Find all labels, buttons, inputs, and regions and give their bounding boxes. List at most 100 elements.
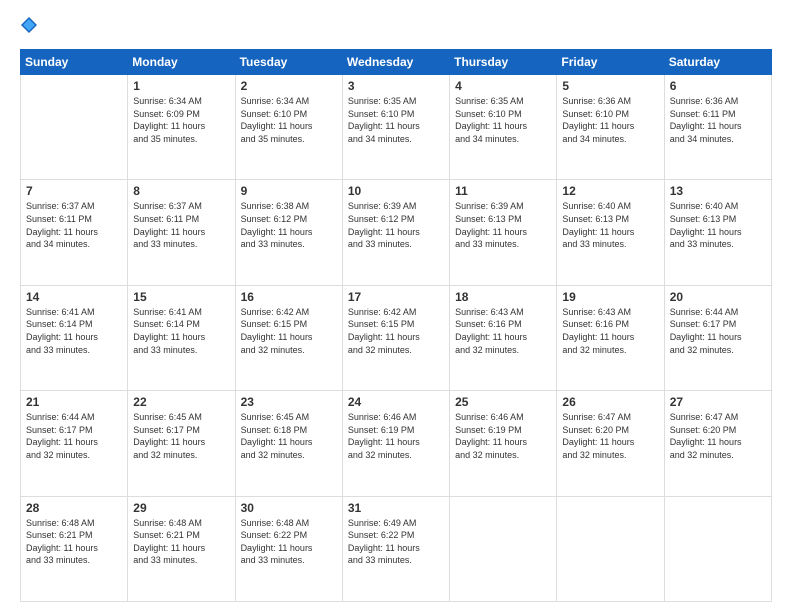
sunrise-text: Sunrise: 6:35 AM	[348, 95, 444, 108]
sunrise-text: Sunrise: 6:48 AM	[133, 517, 229, 530]
day-info: Sunrise: 6:34 AMSunset: 6:09 PMDaylight:…	[133, 95, 229, 145]
sunset-text: Sunset: 6:13 PM	[455, 213, 551, 226]
day-number: 1	[133, 79, 229, 93]
day-info: Sunrise: 6:35 AMSunset: 6:10 PMDaylight:…	[348, 95, 444, 145]
day-number: 11	[455, 184, 551, 198]
day-number: 15	[133, 290, 229, 304]
daylight-minutes: and 32 minutes.	[241, 449, 337, 462]
calendar-header: SundayMondayTuesdayWednesdayThursdayFrid…	[21, 50, 772, 75]
daylight-hours: Daylight: 11 hours	[133, 436, 229, 449]
daylight-hours: Daylight: 11 hours	[562, 331, 658, 344]
weekday-header-saturday: Saturday	[664, 50, 771, 75]
calendar-week-row: 14 Sunrise: 6:41 AMSunset: 6:14 PMDayligh…	[21, 285, 772, 390]
daylight-hours: Daylight: 11 hours	[348, 120, 444, 133]
sunrise-text: Sunrise: 6:46 AM	[455, 411, 551, 424]
daylight-hours: Daylight: 11 hours	[455, 436, 551, 449]
daylight-hours: Daylight: 11 hours	[26, 331, 122, 344]
day-info: Sunrise: 6:38 AMSunset: 6:12 PMDaylight:…	[241, 200, 337, 250]
sunset-text: Sunset: 6:12 PM	[241, 213, 337, 226]
day-number: 14	[26, 290, 122, 304]
sunset-text: Sunset: 6:10 PM	[241, 108, 337, 121]
sunrise-text: Sunrise: 6:40 AM	[562, 200, 658, 213]
daylight-minutes: and 33 minutes.	[455, 238, 551, 251]
daylight-minutes: and 32 minutes.	[348, 344, 444, 357]
day-info: Sunrise: 6:39 AMSunset: 6:12 PMDaylight:…	[348, 200, 444, 250]
calendar-cell: 29Sunrise: 6:48 AMSunset: 6:21 PMDayligh…	[128, 496, 235, 601]
calendar-cell: 2Sunrise: 6:34 AMSunset: 6:10 PMDaylight…	[235, 75, 342, 180]
calendar-week-row: 21 Sunrise: 6:44 AMSunset: 6:17 PMDayligh…	[21, 391, 772, 496]
daylight-hours: Daylight: 11 hours	[348, 436, 444, 449]
daylight-hours: Daylight: 11 hours	[455, 331, 551, 344]
day-number: 6	[670, 79, 766, 93]
day-info: Sunrise: 6:41 AMSunset: 6:14 PMDaylight:…	[26, 306, 122, 356]
sunrise-text: Sunrise: 6:43 AM	[455, 306, 551, 319]
daylight-hours: Daylight: 11 hours	[562, 226, 658, 239]
sunrise-text: Sunrise: 6:35 AM	[455, 95, 551, 108]
calendar-cell	[664, 496, 771, 601]
sunrise-text: Sunrise: 6:44 AM	[670, 306, 766, 319]
day-number: 9	[241, 184, 337, 198]
daylight-minutes: and 33 minutes.	[241, 554, 337, 567]
calendar-cell: 16Sunrise: 6:42 AMSunset: 6:15 PMDayligh…	[235, 285, 342, 390]
sunrise-text: Sunrise: 6:39 AM	[455, 200, 551, 213]
sunrise-text: Sunrise: 6:36 AM	[670, 95, 766, 108]
calendar-cell: 3Sunrise: 6:35 AMSunset: 6:10 PMDaylight…	[342, 75, 449, 180]
calendar-cell: 1 Sunrise: 6:34 AMSunset: 6:09 PMDaylight…	[128, 75, 235, 180]
sunrise-text: Sunrise: 6:43 AM	[562, 306, 658, 319]
calendar-cell: 23 Sunrise: 6:45 AMSunset: 6:18 PMDayligh…	[235, 391, 342, 496]
calendar-week-row: 1 Sunrise: 6:34 AMSunset: 6:09 PMDaylight…	[21, 75, 772, 180]
sunrise-text: Sunrise: 6:38 AM	[241, 200, 337, 213]
day-info: Sunrise: 6:42 AMSunset: 6:15 PMDaylight:…	[348, 306, 444, 356]
daylight-minutes: and 33 minutes.	[241, 238, 337, 251]
weekday-header-friday: Friday	[557, 50, 664, 75]
calendar-cell: 9 Sunrise: 6:38 AMSunset: 6:12 PMDaylight…	[235, 180, 342, 285]
day-number: 23	[241, 395, 337, 409]
sunset-text: Sunset: 6:16 PM	[455, 318, 551, 331]
daylight-hours: Daylight: 11 hours	[348, 331, 444, 344]
day-number: 18	[455, 290, 551, 304]
daylight-minutes: and 33 minutes.	[133, 238, 229, 251]
day-info: Sunrise: 6:43 AMSunset: 6:16 PMDaylight:…	[455, 306, 551, 356]
calendar-table: SundayMondayTuesdayWednesdayThursdayFrid…	[20, 49, 772, 602]
sunset-text: Sunset: 6:16 PM	[562, 318, 658, 331]
day-number: 2	[241, 79, 337, 93]
day-info: Sunrise: 6:44 AMSunset: 6:17 PMDaylight:…	[26, 411, 122, 461]
day-info: Sunrise: 6:48 AMSunset: 6:21 PMDaylight:…	[26, 517, 122, 567]
day-number: 26	[562, 395, 658, 409]
daylight-hours: Daylight: 11 hours	[348, 226, 444, 239]
calendar-cell	[450, 496, 557, 601]
day-number: 21	[26, 395, 122, 409]
logo-icon	[20, 16, 38, 39]
daylight-hours: Daylight: 11 hours	[133, 331, 229, 344]
sunset-text: Sunset: 6:20 PM	[670, 424, 766, 437]
daylight-hours: Daylight: 11 hours	[455, 120, 551, 133]
sunset-text: Sunset: 6:17 PM	[670, 318, 766, 331]
daylight-hours: Daylight: 11 hours	[241, 226, 337, 239]
daylight-hours: Daylight: 11 hours	[241, 331, 337, 344]
day-info: Sunrise: 6:40 AMSunset: 6:13 PMDaylight:…	[562, 200, 658, 250]
day-info: Sunrise: 6:43 AMSunset: 6:16 PMDaylight:…	[562, 306, 658, 356]
daylight-hours: Daylight: 11 hours	[241, 542, 337, 555]
daylight-hours: Daylight: 11 hours	[133, 226, 229, 239]
daylight-minutes: and 34 minutes.	[26, 238, 122, 251]
sunrise-text: Sunrise: 6:34 AM	[133, 95, 229, 108]
daylight-hours: Daylight: 11 hours	[26, 436, 122, 449]
daylight-minutes: and 34 minutes.	[455, 133, 551, 146]
day-info: Sunrise: 6:45 AMSunset: 6:18 PMDaylight:…	[241, 411, 337, 461]
day-info: Sunrise: 6:39 AMSunset: 6:13 PMDaylight:…	[455, 200, 551, 250]
sunrise-text: Sunrise: 6:37 AM	[26, 200, 122, 213]
sunset-text: Sunset: 6:21 PM	[26, 529, 122, 542]
sunrise-text: Sunrise: 6:40 AM	[670, 200, 766, 213]
calendar-cell: 18 Sunrise: 6:43 AMSunset: 6:16 PMDayligh…	[450, 285, 557, 390]
day-info: Sunrise: 6:46 AMSunset: 6:19 PMDaylight:…	[455, 411, 551, 461]
daylight-minutes: and 32 minutes.	[455, 449, 551, 462]
sunrise-text: Sunrise: 6:41 AM	[133, 306, 229, 319]
calendar-cell: 13Sunrise: 6:40 AMSunset: 6:13 PMDayligh…	[664, 180, 771, 285]
day-info: Sunrise: 6:35 AMSunset: 6:10 PMDaylight:…	[455, 95, 551, 145]
calendar-cell: 4Sunrise: 6:35 AMSunset: 6:10 PMDaylight…	[450, 75, 557, 180]
sunset-text: Sunset: 6:19 PM	[455, 424, 551, 437]
sunset-text: Sunset: 6:18 PM	[241, 424, 337, 437]
daylight-minutes: and 33 minutes.	[26, 554, 122, 567]
calendar-cell: 21 Sunrise: 6:44 AMSunset: 6:17 PMDayligh…	[21, 391, 128, 496]
calendar-cell: 11 Sunrise: 6:39 AMSunset: 6:13 PMDayligh…	[450, 180, 557, 285]
